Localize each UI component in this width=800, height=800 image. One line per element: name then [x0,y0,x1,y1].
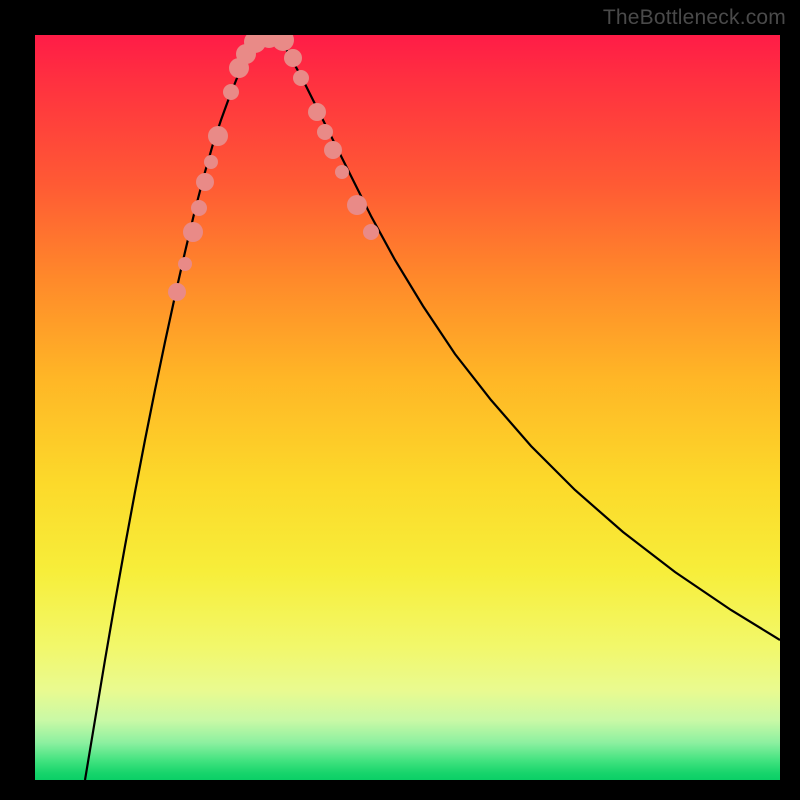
data-point [363,224,379,240]
data-point [183,222,203,242]
dots-group [168,35,379,301]
data-point [178,257,192,271]
data-point [191,200,207,216]
chart-frame: TheBottleneck.com [0,0,800,800]
data-point [208,126,228,146]
data-point [324,141,342,159]
data-point [293,70,309,86]
scatter-dots [35,35,780,780]
plot-area [35,35,780,780]
data-point [204,155,218,169]
data-point [347,195,367,215]
data-point [196,173,214,191]
data-point [223,84,239,100]
data-point [308,103,326,121]
data-point [168,283,186,301]
data-point [284,49,302,67]
watermark-text: TheBottleneck.com [603,6,786,30]
data-point [335,165,349,179]
data-point [317,124,333,140]
data-point [272,35,294,51]
